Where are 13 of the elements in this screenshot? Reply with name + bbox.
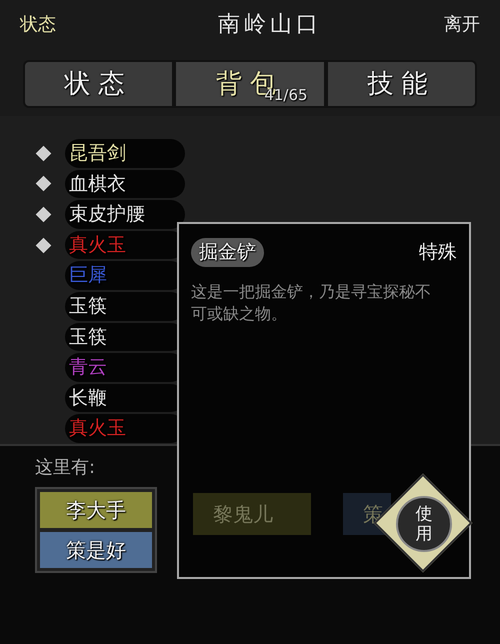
status-link[interactable]: 状态: [20, 10, 56, 38]
location-title: 南岭山口: [218, 10, 322, 38]
tab[interactable]: 状态: [25, 62, 172, 106]
here-label: 这里有:: [35, 456, 96, 480]
leave-link[interactable]: 离开: [444, 10, 480, 38]
item-type: 特殊: [419, 240, 457, 265]
tab[interactable]: 技能: [324, 62, 475, 106]
person-button[interactable]: 策是好: [40, 532, 152, 568]
item-name[interactable]: 昆吾剑: [65, 139, 185, 168]
item-name[interactable]: 血棋衣: [65, 170, 185, 198]
item-description: 这是一把掘金铲，乃是寻宝探秘不可或缺之物。: [191, 280, 432, 324]
item-name[interactable]: 束皮护腰: [65, 200, 185, 229]
item-title: 掘金铲: [191, 238, 264, 266]
